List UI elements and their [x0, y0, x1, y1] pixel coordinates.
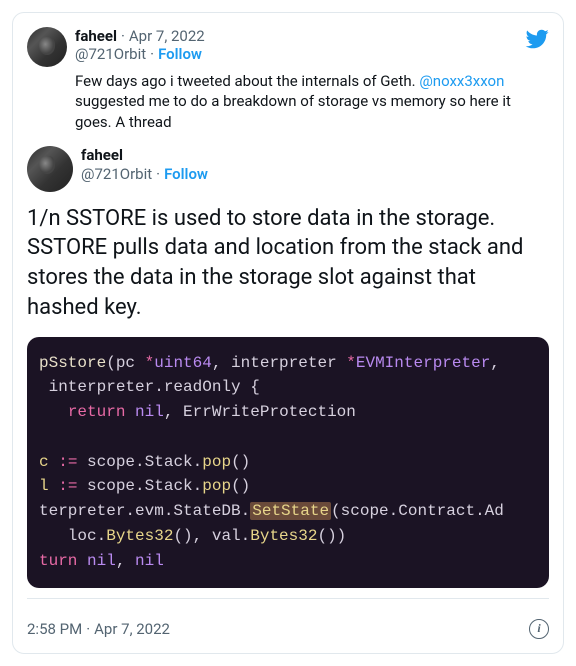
code-token: nil [135, 552, 164, 570]
code-token: nil [135, 403, 164, 421]
tweet-time[interactable]: 2:58 PM [27, 620, 82, 638]
tweet-date[interactable]: Apr 7, 2022 [129, 27, 205, 45]
code-token: l [39, 477, 49, 495]
handle[interactable]: @721Orbit [75, 45, 146, 63]
text-fragment: suggested me to do a breakdown of storag… [75, 92, 511, 130]
user-info: faheel · Apr 7, 2022 @721Orbit · Follow [75, 27, 549, 63]
code-token: := [58, 477, 77, 495]
code-token: scope.Stack. [77, 453, 202, 471]
code-token: nil [87, 552, 116, 570]
code-token: () [231, 477, 250, 495]
quoted-tweet-text: Few days ago i tweeted about the interna… [75, 71, 549, 132]
mention-link[interactable]: @noxx3xxon [419, 72, 504, 90]
display-name[interactable]: faheel [75, 27, 117, 45]
code-token: Bytes32 [106, 527, 173, 545]
twitter-logo-icon[interactable] [525, 27, 549, 55]
timestamp-row: 2:58 PM · Apr 7, 2022 i [27, 613, 549, 639]
code-token: , [116, 552, 135, 570]
text-fragment: Few days ago i tweeted about the interna… [75, 72, 419, 90]
display-name[interactable]: faheel [81, 146, 208, 165]
code-token: loc. [39, 527, 106, 545]
code-token: pop [202, 477, 231, 495]
tweet-text: 1/n SSTORE is used to store data in the … [27, 204, 549, 323]
code-token: Bytes32 [250, 527, 317, 545]
tweet-date[interactable]: Apr 7, 2022 [94, 620, 170, 638]
code-token: scope.Stack. [77, 477, 202, 495]
code-token: * [346, 354, 356, 372]
follow-link[interactable]: Follow [164, 165, 208, 184]
code-token: , interpreter [212, 354, 346, 372]
code-image[interactable]: pSstore(pc *uint64, interpreter *EVMInte… [27, 337, 549, 588]
separator-dot: · [86, 620, 90, 638]
code-token [125, 403, 135, 421]
code-token: EVMInterpreter [356, 354, 490, 372]
code-token: return [68, 403, 126, 421]
code-token: c [39, 453, 49, 471]
user-info: faheel @721Orbit · Follow [81, 146, 208, 184]
separator-dot: · [156, 165, 160, 184]
code-token: * [145, 354, 155, 372]
code-token: uint64 [154, 354, 212, 372]
code-token [49, 453, 59, 471]
code-token: , [490, 354, 500, 372]
handle[interactable]: @721Orbit [81, 165, 152, 184]
code-token: ()) [317, 527, 346, 545]
code-token: interpreter.readOnly { [39, 378, 260, 396]
quoted-tweet-header: faheel · Apr 7, 2022 @721Orbit · Follow [27, 27, 549, 67]
separator-dot: · [150, 45, 154, 63]
avatar[interactable] [27, 146, 73, 192]
code-token: (pc [106, 354, 144, 372]
code-token: := [58, 453, 77, 471]
code-token: (scope.Contract.Ad [331, 502, 504, 520]
tweet-card: faheel · Apr 7, 2022 @721Orbit · Follow … [12, 12, 564, 654]
main-tweet-header: faheel @721Orbit · Follow [27, 146, 549, 192]
code-token: () [231, 453, 250, 471]
divider [27, 598, 549, 599]
code-token: terpreter.evm.StateDB. [39, 502, 250, 520]
follow-link[interactable]: Follow [158, 45, 202, 63]
separator-dot: · [121, 27, 125, 45]
avatar[interactable] [27, 27, 67, 67]
code-token [39, 403, 68, 421]
info-icon[interactable]: i [529, 619, 549, 639]
code-token: (), val. [173, 527, 250, 545]
code-token: , ErrWriteProtection [164, 403, 356, 421]
code-token [77, 552, 87, 570]
code-token: turn [39, 552, 77, 570]
code-token: pop [202, 453, 231, 471]
code-token: pSstore [39, 354, 106, 372]
main-tweet: faheel @721Orbit · Follow 1/n SSTORE is … [27, 146, 549, 639]
code-token-highlighted: SetState [250, 502, 331, 520]
code-token [49, 477, 59, 495]
